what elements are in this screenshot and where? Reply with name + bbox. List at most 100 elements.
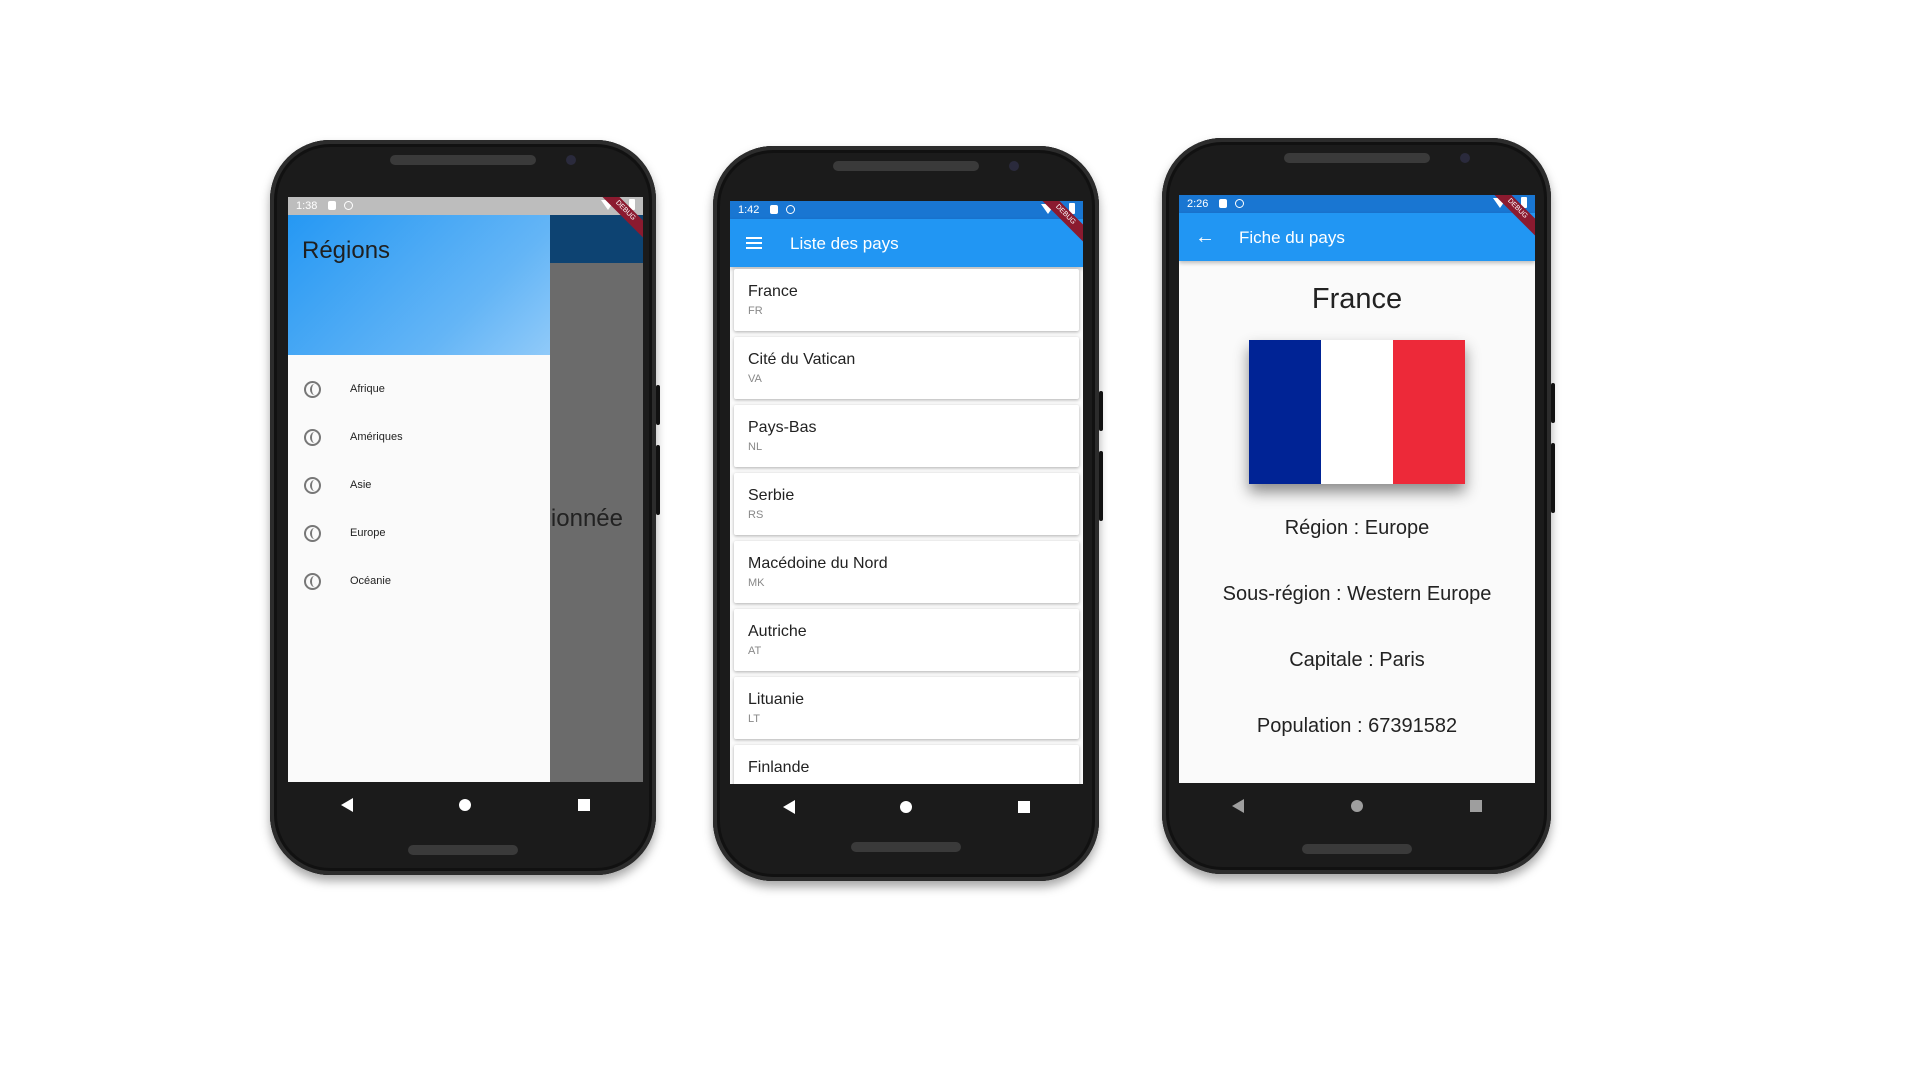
front-camera — [1460, 153, 1470, 163]
drawer-item-label: Europe — [350, 527, 386, 539]
app-bar: Liste des pays — [730, 219, 1083, 267]
dimmed-page-text: ionnée — [550, 505, 623, 532]
app-bar: ← Fiche du pays — [1179, 213, 1535, 261]
back-nav-icon[interactable] — [782, 799, 795, 814]
recents-nav-icon[interactable] — [577, 798, 590, 811]
back-nav-icon[interactable] — [1232, 798, 1245, 813]
home-nav-icon[interactable] — [459, 798, 472, 811]
sd-card-icon — [1219, 199, 1227, 208]
home-nav-icon[interactable] — [1350, 799, 1363, 812]
front-camera — [566, 155, 576, 165]
sync-icon — [344, 201, 353, 210]
country-card-serbie[interactable]: Serbie RS — [734, 473, 1079, 535]
country-card-france[interactable]: France FR — [734, 269, 1079, 331]
screen: 1:42 Liste des pays DEBUG France FR Cité… — [730, 201, 1083, 784]
drawer-item-afrique[interactable]: Afrique — [288, 367, 550, 415]
population-text: Population : 67391582 — [1256, 715, 1458, 737]
speaker-grille — [833, 161, 979, 171]
country-name: Autriche — [748, 623, 807, 640]
sync-icon — [786, 205, 795, 214]
country-name: Pays-Bas — [748, 419, 817, 436]
drawer-item-asie[interactable]: Asie — [288, 463, 550, 511]
back-arrow-icon[interactable]: ← — [1195, 227, 1215, 247]
flag-red-stripe — [1393, 340, 1465, 484]
bottom-speaker — [851, 842, 961, 852]
country-name: Finlande — [748, 759, 810, 776]
screen: 2:26 ← Fiche du pays DEBUG France Région… — [1179, 195, 1535, 783]
flag-white-stripe — [1321, 340, 1393, 484]
recents-nav-icon[interactable] — [1018, 800, 1031, 813]
speaker-grille — [1283, 153, 1430, 163]
screen: ionnée Régions Afrique Amériques Asie Eu… — [288, 197, 643, 782]
country-card-vatican[interactable]: Cité du Vatican VA — [734, 337, 1079, 399]
country-code: LT — [748, 713, 761, 725]
drawer-item-oceanie[interactable]: Océanie — [288, 559, 550, 607]
menu-icon[interactable] — [746, 237, 762, 249]
globe-icon — [304, 573, 321, 590]
status-time: 2:26 — [1187, 198, 1209, 210]
home-nav-icon[interactable] — [900, 800, 913, 813]
drawer-item-ameriques[interactable]: Amériques — [288, 415, 550, 463]
country-title: France — [1311, 283, 1403, 315]
country-card-lituanie[interactable]: Lituanie LT — [734, 677, 1079, 739]
front-camera — [1009, 161, 1019, 171]
sd-card-icon — [770, 205, 778, 214]
flag-blue-stripe — [1249, 340, 1321, 484]
country-name: Cité du Vatican — [748, 351, 856, 368]
status-time: 1:42 — [738, 204, 760, 216]
back-nav-icon[interactable] — [341, 797, 354, 812]
country-name: France — [748, 283, 798, 300]
subregion-text: Sous-région : Western Europe — [1222, 583, 1492, 605]
country-card-macedoine[interactable]: Macédoine du Nord MK — [734, 541, 1079, 603]
volume-button — [1551, 443, 1555, 513]
globe-icon — [304, 525, 321, 542]
sync-icon — [1235, 199, 1244, 208]
drawer-item-label: Asie — [350, 479, 372, 491]
system-nav-bar — [1179, 783, 1535, 828]
globe-icon — [304, 477, 321, 494]
drawer-header: Régions — [288, 197, 550, 355]
country-code: VA — [748, 373, 762, 385]
system-nav-bar — [288, 782, 643, 827]
capital-text: Capitale : Paris — [1289, 649, 1425, 671]
drawer-item-label: Océanie — [350, 575, 391, 587]
bottom-speaker — [1301, 844, 1412, 854]
country-code: AT — [748, 645, 762, 657]
status-time: 1:38 — [296, 200, 318, 212]
power-button — [656, 385, 660, 425]
phone-country-list: 1:42 Liste des pays DEBUG France FR Cité… — [713, 146, 1103, 881]
country-name: Serbie — [748, 487, 795, 504]
power-button — [1551, 383, 1555, 423]
phone-country-detail: 2:26 ← Fiche du pays DEBUG France Région… — [1162, 138, 1555, 874]
status-bar: 1:38 — [288, 197, 643, 215]
sd-card-icon — [328, 201, 336, 210]
phone-regions-drawer: ionnée Régions Afrique Amériques Asie Eu… — [270, 140, 660, 875]
country-code: RS — [748, 509, 764, 521]
country-card-autriche[interactable]: Autriche AT — [734, 609, 1079, 671]
country-name: Lituanie — [748, 691, 805, 708]
speaker-grille — [390, 155, 536, 165]
region-text: Région : Europe — [1284, 517, 1430, 539]
drawer-scrim[interactable] — [550, 197, 643, 782]
country-card-pays-bas[interactable]: Pays-Bas NL — [734, 405, 1079, 467]
country-code: FR — [748, 305, 763, 317]
drawer-item-label: Amériques — [350, 431, 403, 443]
status-bar: 2:26 — [1179, 195, 1535, 213]
drawer-item-europe[interactable]: Europe — [288, 511, 550, 559]
app-bar-title: Liste des pays — [790, 234, 899, 253]
volume-button — [1099, 451, 1103, 521]
system-nav-bar — [730, 784, 1083, 829]
volume-button — [656, 445, 660, 515]
globe-icon — [304, 381, 321, 398]
country-code: NL — [748, 441, 763, 453]
country-card-finlande[interactable]: Finlande — [734, 745, 1079, 784]
app-bar-title: Fiche du pays — [1239, 228, 1345, 247]
drawer-item-label: Afrique — [350, 383, 385, 395]
power-button — [1099, 391, 1103, 431]
globe-icon — [304, 429, 321, 446]
country-flag — [1249, 340, 1465, 484]
recents-nav-icon[interactable] — [1469, 799, 1482, 812]
navigation-drawer: Régions Afrique Amériques Asie Europe Oc… — [288, 197, 550, 782]
country-name: Macédoine du Nord — [748, 555, 888, 572]
drawer-header-title: Régions — [302, 237, 391, 264]
